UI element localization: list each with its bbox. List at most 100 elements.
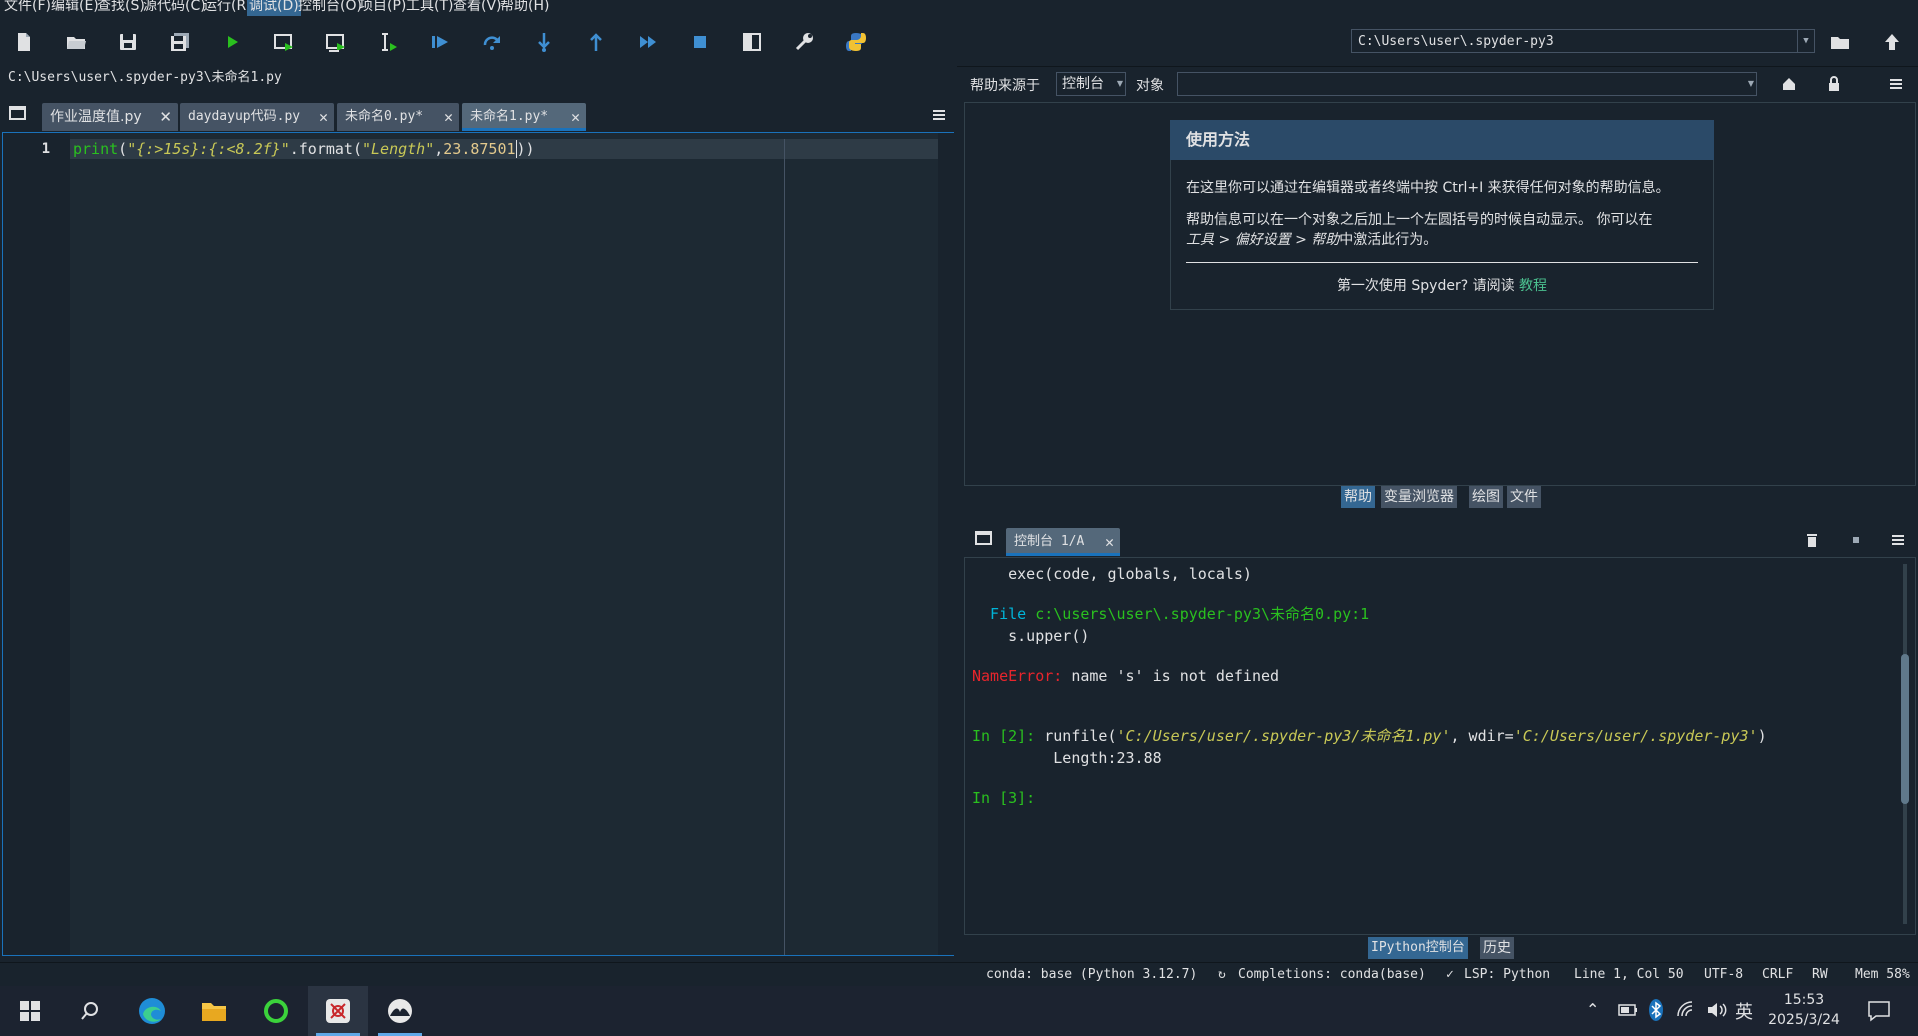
editor-tab[interactable]: daydayup代码.py ✕ xyxy=(180,103,334,131)
bluetooth-icon[interactable] xyxy=(1648,998,1664,1022)
menu-search[interactable]: 查找(S) xyxy=(95,0,147,16)
console-tab[interactable]: 控制台 1/A ✕ xyxy=(1006,528,1120,556)
editor-options-menu-icon[interactable] xyxy=(930,106,948,124)
editor-tab-active[interactable]: 未命名1.py* ✕ xyxy=(462,103,586,131)
app-circle-icon[interactable] xyxy=(246,986,306,1036)
runfile-mid: , wdir= xyxy=(1450,727,1514,745)
usage-text-2b: 工具 > 偏好设置 > 帮助 xyxy=(1186,232,1340,248)
help-toolbar: 帮助来源于 控制台 ▼ 对象 ▼ xyxy=(962,66,1918,102)
stop-icon[interactable] xyxy=(684,26,716,58)
menu-edit[interactable]: 编辑(E) xyxy=(49,0,101,16)
tab-variable-explorer[interactable]: 变量浏览器 xyxy=(1381,486,1457,508)
close-icon[interactable]: ✕ xyxy=(571,103,580,131)
usage-text-2a: 帮助信息可以在一个对象之后加上一个左圆括号的时候自动显示。 你可以在 xyxy=(1186,212,1653,228)
menu-tools[interactable]: 工具(T) xyxy=(404,0,455,16)
console-scrollbar[interactable] xyxy=(1900,564,1910,924)
editor-tab[interactable]: 作业温度值.py ✕ xyxy=(42,103,178,131)
menu-help[interactable]: 帮助(H) xyxy=(498,0,551,16)
home-icon[interactable] xyxy=(1779,74,1799,94)
input-method-indicator[interactable]: 英 xyxy=(1735,998,1753,1024)
continue-icon[interactable] xyxy=(632,26,664,58)
parent-directory-icon[interactable] xyxy=(1876,26,1908,58)
menu-console[interactable]: 控制台(O) xyxy=(296,0,364,16)
help-source-value: 控制台 xyxy=(1062,76,1104,92)
tab-help[interactable]: 帮助 xyxy=(1341,486,1375,508)
step-return-icon[interactable] xyxy=(580,26,612,58)
lsp-status[interactable]: LSP: Python xyxy=(1464,963,1550,987)
input-prompt[interactable]: In [3]: xyxy=(972,788,1035,808)
editor-tab[interactable]: 未命名0.py* ✕ xyxy=(337,103,459,131)
menu-view[interactable]: 查看(V) xyxy=(451,0,504,16)
menu-file[interactable]: 文件(F) xyxy=(2,0,53,16)
step-over-icon[interactable] xyxy=(476,26,508,58)
new-file-icon[interactable] xyxy=(8,26,40,58)
open-file-icon[interactable] xyxy=(60,26,92,58)
usage-text-1: 在这里你可以通过在编辑器或者终端中按 Ctrl+I 来获得任何对象的帮助信息。 xyxy=(1186,180,1670,196)
tab-plots[interactable]: 绘图 xyxy=(1469,486,1503,508)
traceback-file-label: File xyxy=(972,605,1036,623)
console-options-menu-icon[interactable] xyxy=(1888,530,1908,550)
tutorial-link[interactable]: 教程 xyxy=(1519,278,1547,294)
run-icon[interactable] xyxy=(216,26,248,58)
traceback-file-path: c:\users\user\.spyder-py3\未命名0.py:1 xyxy=(1035,605,1370,623)
tab-ipython-console[interactable]: IPython控制台 xyxy=(1368,937,1468,959)
volume-icon[interactable] xyxy=(1706,1000,1728,1020)
close-icon[interactable]: ✕ xyxy=(444,103,453,131)
help-options-menu-icon[interactable] xyxy=(1886,74,1906,94)
battery-icon[interactable] xyxy=(1618,1002,1638,1018)
line-number-gutter xyxy=(3,133,69,955)
lock-icon[interactable] xyxy=(1824,74,1844,94)
menu-debug[interactable]: 调试(D) xyxy=(247,0,301,16)
close-icon[interactable]: ✕ xyxy=(319,103,328,131)
menu-run[interactable]: 运行(R) xyxy=(201,0,254,16)
browse-directory-icon[interactable] xyxy=(1824,26,1856,58)
run-cell-advance-icon[interactable] xyxy=(320,26,352,58)
close-icon[interactable]: ✕ xyxy=(1105,528,1114,556)
chevron-down-icon[interactable]: ▼ xyxy=(1797,30,1814,52)
stop-icon[interactable] xyxy=(1846,530,1866,550)
working-directory-value: C:\Users\user\.spyder-py3 xyxy=(1358,34,1554,49)
trash-icon[interactable] xyxy=(1802,530,1822,550)
spyder-taskbar-icon[interactable] xyxy=(308,986,368,1036)
windows-start-icon[interactable] xyxy=(0,986,60,1036)
run-cell-icon[interactable] xyxy=(268,26,300,58)
help-source-select[interactable]: 控制台 ▼ xyxy=(1056,72,1126,96)
menu-projects[interactable]: 项目(P) xyxy=(357,0,408,16)
debug-icon[interactable] xyxy=(424,26,456,58)
browse-tabs-icon[interactable] xyxy=(974,528,994,548)
save-all-icon[interactable] xyxy=(164,26,196,58)
status-bar: conda: base (Python 3.12.7) ↻ Completion… xyxy=(0,962,1918,987)
maximize-pane-icon[interactable] xyxy=(736,26,768,58)
code-line[interactable]: print("{:>15s}:{:<8.2f}".format("Length"… xyxy=(73,139,535,159)
editor-scrollbar[interactable] xyxy=(940,133,954,955)
editor-tab-label: daydayup代码.py xyxy=(188,109,301,124)
wifi-icon[interactable] xyxy=(1676,1000,1698,1020)
clock[interactable]: 15:53 2025/3/24 xyxy=(1764,990,1844,1030)
editor-file-path: C:\Users\user\.spyder-py3\未命名1.py xyxy=(0,66,957,90)
preferences-icon[interactable] xyxy=(788,26,820,58)
chevron-up-icon[interactable]: ⌃ xyxy=(1586,1000,1608,1022)
help-object-combobox[interactable]: ▼ xyxy=(1177,72,1757,96)
menu-source[interactable]: 源代码(C) xyxy=(141,0,208,16)
edge-browser-icon[interactable] xyxy=(122,986,182,1036)
run-selection-icon[interactable] xyxy=(372,26,404,58)
conda-env-status[interactable]: conda: base (Python 3.12.7) xyxy=(986,963,1197,987)
step-into-icon[interactable] xyxy=(528,26,560,58)
working-directory-combobox[interactable]: C:\Users\user\.spyder-py3 ▼ xyxy=(1351,29,1815,53)
anaconda-navigator-icon[interactable] xyxy=(370,986,430,1036)
file-explorer-icon[interactable] xyxy=(184,986,244,1036)
console-tab-label: 控制台 1/A xyxy=(1014,534,1085,549)
editor-tab-bar: 作业温度值.py ✕ daydayup代码.py ✕ 未命名0.py* ✕ 未命名1.… xyxy=(0,100,957,132)
input-prompt: In [2]: xyxy=(972,727,1036,745)
tab-files[interactable]: 文件 xyxy=(1507,486,1541,508)
close-icon[interactable]: ✕ xyxy=(159,103,172,131)
file-encoding: UTF-8 xyxy=(1704,967,1744,982)
runfile-wdir: 'C:/Users/user/.spyder-py3' xyxy=(1513,727,1758,745)
save-icon[interactable] xyxy=(112,26,144,58)
notification-icon[interactable] xyxy=(1866,998,1892,1024)
completions-status[interactable]: Completions: conda(base) xyxy=(1238,963,1426,987)
search-icon[interactable] xyxy=(60,986,120,1036)
tab-history[interactable]: 历史 xyxy=(1480,937,1514,959)
runfile-arg: 'C:/Users/user/.spyder-py3/未命名1.py' xyxy=(1116,727,1451,745)
python-path-icon[interactable] xyxy=(840,26,872,58)
